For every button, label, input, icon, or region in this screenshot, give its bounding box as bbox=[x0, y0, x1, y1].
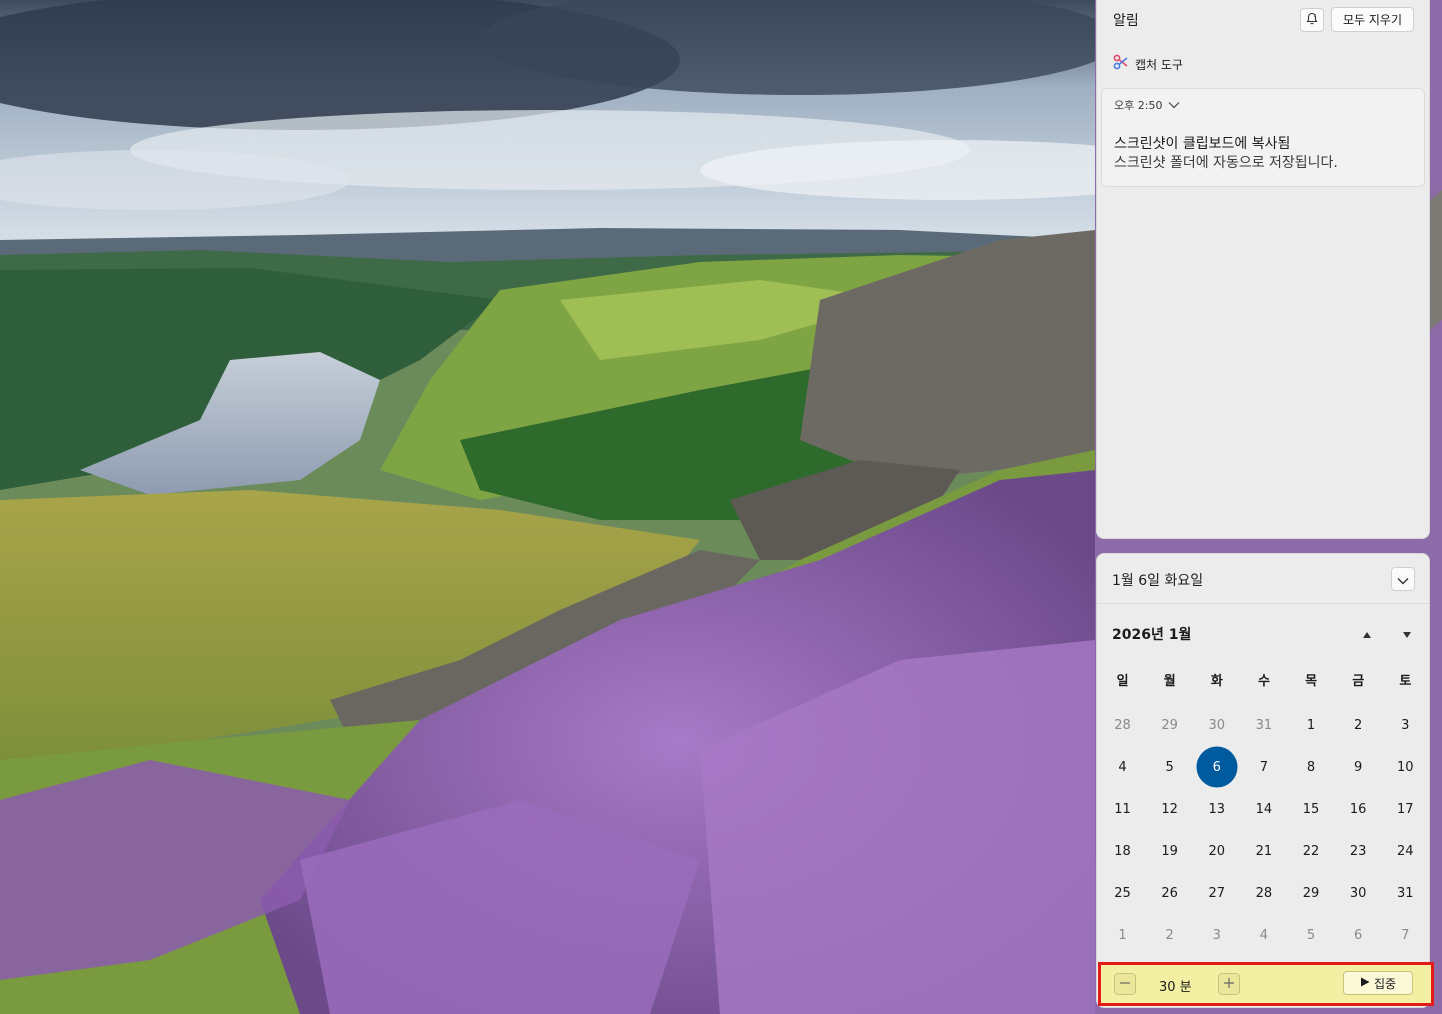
notification-toast[interactable]: 오후 2:50 스크린샷이 클립보드에 복사됨 스크린샷 폴더에 자동으로 저장… bbox=[1101, 88, 1425, 187]
plus-icon bbox=[1223, 975, 1235, 993]
calendar-day[interactable]: 27 bbox=[1193, 872, 1240, 914]
play-icon bbox=[1360, 976, 1370, 990]
calendar-day[interactable]: 17 bbox=[1382, 788, 1429, 830]
weekday-header-row: 일 월 화 수 목 금 토 bbox=[1099, 670, 1429, 690]
toast-title: 스크린샷이 클립보드에 복사됨 bbox=[1114, 136, 1291, 152]
calendar-day-today[interactable]: 6 bbox=[1193, 746, 1240, 788]
calendar-day[interactable]: 10 bbox=[1382, 746, 1429, 788]
weekday-label: 토 bbox=[1399, 674, 1412, 689]
calendar-day[interactable]: 29 bbox=[1288, 872, 1335, 914]
calendar-day[interactable]: 23 bbox=[1335, 830, 1382, 872]
calendar-day[interactable]: 18 bbox=[1099, 830, 1146, 872]
calendar-week-row: 11 12 13 14 15 16 17 bbox=[1099, 788, 1429, 830]
notification-center: 알림 z 모두 지우기 캡처 도구 오후 2:50 스크린샷이 클립보드에 복사… bbox=[1096, 0, 1430, 539]
toast-body: 스크린샷 폴더에 자동으로 저장됩니다. bbox=[1114, 155, 1338, 171]
calendar-day[interactable]: 12 bbox=[1146, 788, 1193, 830]
calendar-date-title: 1월 6일 화요일 bbox=[1112, 573, 1204, 589]
calendar-day[interactable]: 28 bbox=[1099, 704, 1146, 746]
calendar-panel: 1월 6일 화요일 2026년 1월 일 월 화 수 목 금 토 28 29 3… bbox=[1096, 553, 1430, 1008]
calendar-days-grid: 28 29 30 31 1 2 3 4 5 6 7 8 9 10 11 12 1… bbox=[1099, 704, 1429, 956]
calendar-day[interactable]: 31 bbox=[1240, 704, 1287, 746]
notification-app-group[interactable]: 캡처 도구 bbox=[1113, 54, 1183, 74]
calendar-day[interactable]: 6 bbox=[1335, 914, 1382, 956]
calendar-day[interactable]: 7 bbox=[1240, 746, 1287, 788]
calendar-day[interactable]: 5 bbox=[1146, 746, 1193, 788]
calendar-day[interactable]: 22 bbox=[1288, 830, 1335, 872]
weekday-label: 목 bbox=[1305, 674, 1318, 689]
month-title[interactable]: 2026년 1월 bbox=[1112, 624, 1191, 644]
weekday-label: 수 bbox=[1257, 674, 1270, 689]
calendar-week-row: 28 29 30 31 1 2 3 bbox=[1099, 704, 1429, 746]
calendar-day[interactable]: 15 bbox=[1288, 788, 1335, 830]
calendar-day[interactable]: 21 bbox=[1240, 830, 1287, 872]
weekday-label: 금 bbox=[1352, 674, 1365, 689]
calendar-day[interactable]: 5 bbox=[1288, 914, 1335, 956]
focus-duration: 30 분 bbox=[1159, 980, 1192, 995]
calendar-week-row: 1 2 3 4 5 6 7 bbox=[1099, 914, 1429, 956]
calendar-day[interactable]: 31 bbox=[1382, 872, 1429, 914]
calendar-header: 1월 6일 화요일 bbox=[1097, 554, 1429, 604]
calendar-day[interactable]: 8 bbox=[1288, 746, 1335, 788]
calendar-day[interactable]: 20 bbox=[1193, 830, 1240, 872]
do-not-disturb-button[interactable]: z bbox=[1300, 8, 1324, 32]
triangle-up-icon bbox=[1362, 624, 1372, 643]
svg-text:z: z bbox=[1314, 13, 1316, 18]
bell-sleep-icon: z bbox=[1305, 11, 1319, 30]
chevron-down-icon bbox=[1397, 570, 1409, 589]
calendar-day[interactable]: 2 bbox=[1335, 704, 1382, 746]
calendar-day[interactable]: 28 bbox=[1240, 872, 1287, 914]
notification-app-name: 캡처 도구 bbox=[1135, 57, 1183, 72]
weekday-label: 화 bbox=[1210, 674, 1223, 689]
previous-month-button[interactable] bbox=[1359, 625, 1375, 641]
calendar-day[interactable]: 26 bbox=[1146, 872, 1193, 914]
calendar-day[interactable]: 13 bbox=[1193, 788, 1240, 830]
notification-header: 알림 bbox=[1113, 13, 1139, 29]
calendar-day[interactable]: 4 bbox=[1240, 914, 1287, 956]
calendar-day[interactable]: 30 bbox=[1193, 704, 1240, 746]
calendar-day[interactable]: 24 bbox=[1382, 830, 1429, 872]
calendar-week-row: 18 19 20 21 22 23 24 bbox=[1099, 830, 1429, 872]
calendar-day[interactable]: 19 bbox=[1146, 830, 1193, 872]
calendar-day[interactable]: 14 bbox=[1240, 788, 1287, 830]
calendar-day[interactable]: 1 bbox=[1099, 914, 1146, 956]
clear-all-button[interactable]: 모두 지우기 bbox=[1331, 7, 1414, 32]
focus-session-bar: 30 분 집중 bbox=[1098, 962, 1434, 1006]
calendar-day[interactable]: 3 bbox=[1382, 704, 1429, 746]
increase-duration-button[interactable] bbox=[1218, 973, 1240, 995]
calendar-week-row: 25 26 27 28 29 30 31 bbox=[1099, 872, 1429, 914]
snipping-tool-icon bbox=[1113, 54, 1129, 74]
triangle-down-icon bbox=[1402, 624, 1412, 643]
calendar-day[interactable]: 7 bbox=[1382, 914, 1429, 956]
calendar-day[interactable]: 16 bbox=[1335, 788, 1382, 830]
calendar-day[interactable]: 29 bbox=[1146, 704, 1193, 746]
start-focus-button[interactable]: 집중 bbox=[1343, 971, 1413, 995]
calendar-day[interactable]: 4 bbox=[1099, 746, 1146, 788]
calendar-day[interactable]: 11 bbox=[1099, 788, 1146, 830]
calendar-day[interactable]: 2 bbox=[1146, 914, 1193, 956]
next-month-button[interactable] bbox=[1399, 625, 1415, 641]
chevron-down-icon bbox=[1168, 99, 1180, 112]
weekday-label: 일 bbox=[1116, 674, 1129, 689]
calendar-day[interactable]: 9 bbox=[1335, 746, 1382, 788]
minus-icon bbox=[1119, 975, 1131, 993]
toast-time-row[interactable]: 오후 2:50 bbox=[1114, 97, 1180, 113]
calendar-day[interactable]: 30 bbox=[1335, 872, 1382, 914]
calendar-week-row: 4 5 6 7 8 9 10 bbox=[1099, 746, 1429, 788]
calendar-day[interactable]: 1 bbox=[1288, 704, 1335, 746]
calendar-day[interactable]: 25 bbox=[1099, 872, 1146, 914]
weekday-label: 월 bbox=[1163, 674, 1176, 689]
calendar-day[interactable]: 3 bbox=[1193, 914, 1240, 956]
toast-time: 오후 2:50 bbox=[1114, 99, 1163, 112]
today-day-label: 6 bbox=[1212, 759, 1221, 775]
decrease-duration-button[interactable] bbox=[1114, 973, 1136, 995]
collapse-calendar-button[interactable] bbox=[1391, 567, 1415, 591]
start-focus-label: 집중 bbox=[1373, 976, 1397, 991]
